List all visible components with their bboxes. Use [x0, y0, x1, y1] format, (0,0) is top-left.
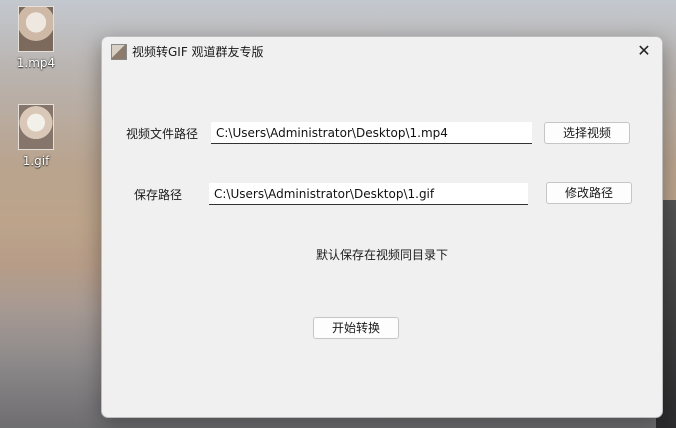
app-icon	[111, 44, 127, 60]
desktop-icon-label: 1.mp4	[16, 56, 56, 70]
converter-window: 视频转GIF 观道群友专版 ✕ 视频文件路径 C:\Users\Administ…	[101, 36, 663, 418]
desktop-icon-mp4[interactable]: 1.mp4	[8, 6, 64, 70]
modify-path-button[interactable]: 修改路径	[546, 182, 632, 204]
video-path-field[interactable]: C:\Users\Administrator\Desktop\1.mp4	[211, 122, 532, 144]
desktop-icon-gif[interactable]: 1.gif	[8, 104, 64, 168]
select-video-button[interactable]: 选择视频	[544, 122, 630, 144]
title-bar[interactable]: 视频转GIF 观道群友专版 ✕	[102, 37, 662, 65]
window-title: 视频转GIF 观道群友专版	[132, 45, 264, 59]
video-thumbnail-icon	[18, 6, 54, 52]
start-convert-button[interactable]: 开始转换	[313, 317, 399, 339]
save-path-field[interactable]: C:\Users\Administrator\Desktop\1.gif	[209, 183, 528, 205]
desktop-icon-label: 1.gif	[22, 154, 50, 168]
default-save-note: 默认保存在视频同目录下	[316, 248, 449, 262]
close-button[interactable]: ✕	[630, 39, 658, 63]
save-path-label: 保存路径	[134, 188, 183, 202]
video-path-label: 视频文件路径	[126, 127, 199, 141]
gif-thumbnail-icon	[18, 104, 54, 150]
